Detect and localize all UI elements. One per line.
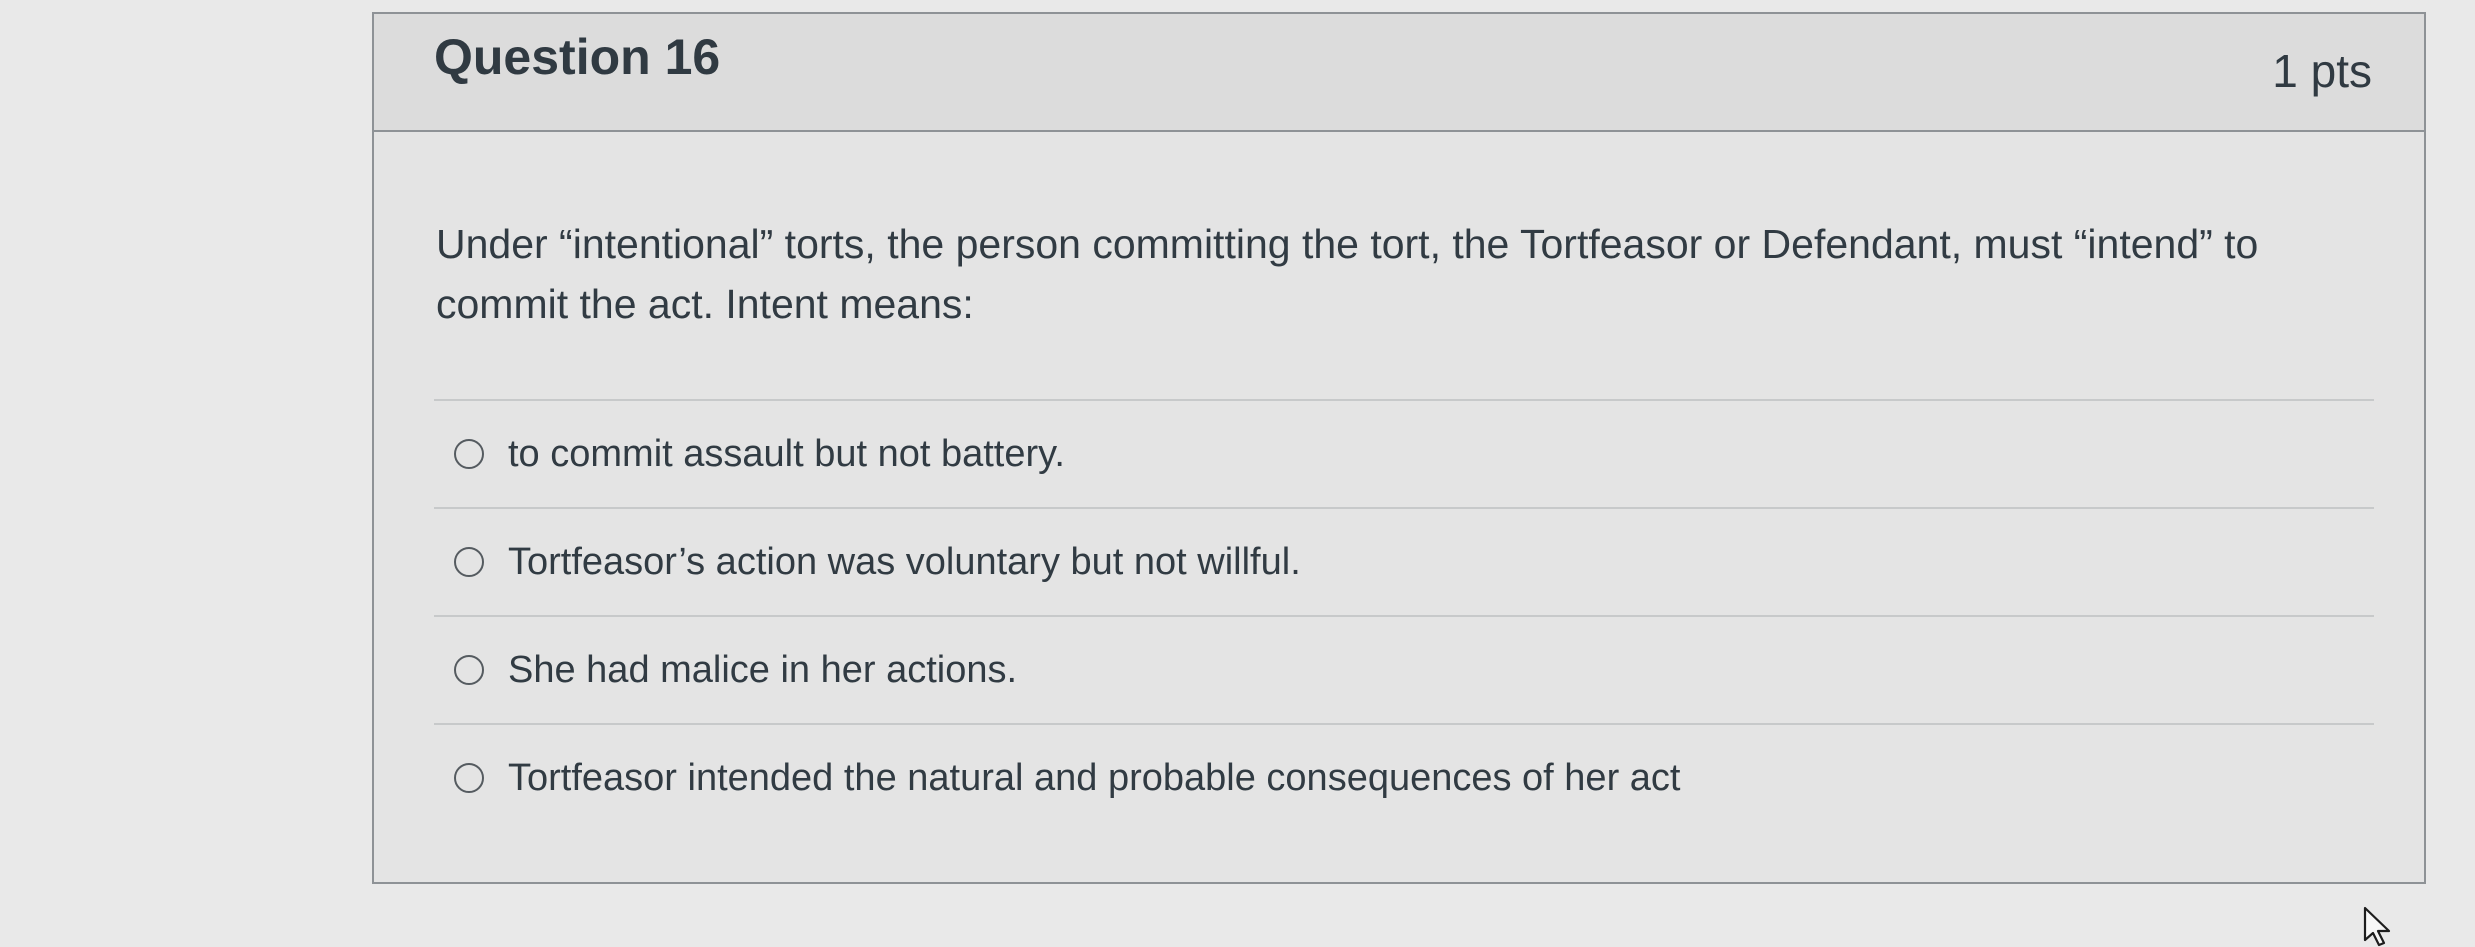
answer-label[interactable]: to commit assault but not battery. bbox=[508, 433, 1065, 476]
radio-button-icon[interactable] bbox=[454, 655, 484, 685]
question-header: Question 16 1 pts bbox=[374, 14, 2424, 132]
mouse-pointer-icon bbox=[2363, 906, 2391, 947]
answer-option-3[interactable]: She had malice in her actions. bbox=[434, 615, 2374, 723]
radio-button-icon[interactable] bbox=[454, 547, 484, 577]
question-points: 1 pts bbox=[2272, 45, 2372, 97]
answer-label[interactable]: Tortfeasor intended the natural and prob… bbox=[508, 757, 1680, 800]
question-title: Question 16 bbox=[434, 29, 721, 85]
radio-button-icon[interactable] bbox=[454, 439, 484, 469]
question-card: Question 16 1 pts Under “intentional” to… bbox=[372, 12, 2426, 884]
question-text: Under “intentional” torts, the person co… bbox=[436, 221, 2259, 327]
answer-label[interactable]: She had malice in her actions. bbox=[508, 649, 1017, 692]
radio-button-icon[interactable] bbox=[454, 763, 484, 793]
answer-option-2[interactable]: Tortfeasor’s action was voluntary but no… bbox=[434, 507, 2374, 615]
answer-option-1[interactable]: to commit assault but not battery. bbox=[434, 399, 2374, 507]
answer-option-4[interactable]: Tortfeasor intended the natural and prob… bbox=[434, 723, 2374, 831]
answer-list: to commit assault but not battery. Tortf… bbox=[434, 399, 2374, 831]
answer-label[interactable]: Tortfeasor’s action was voluntary but no… bbox=[508, 541, 1301, 584]
